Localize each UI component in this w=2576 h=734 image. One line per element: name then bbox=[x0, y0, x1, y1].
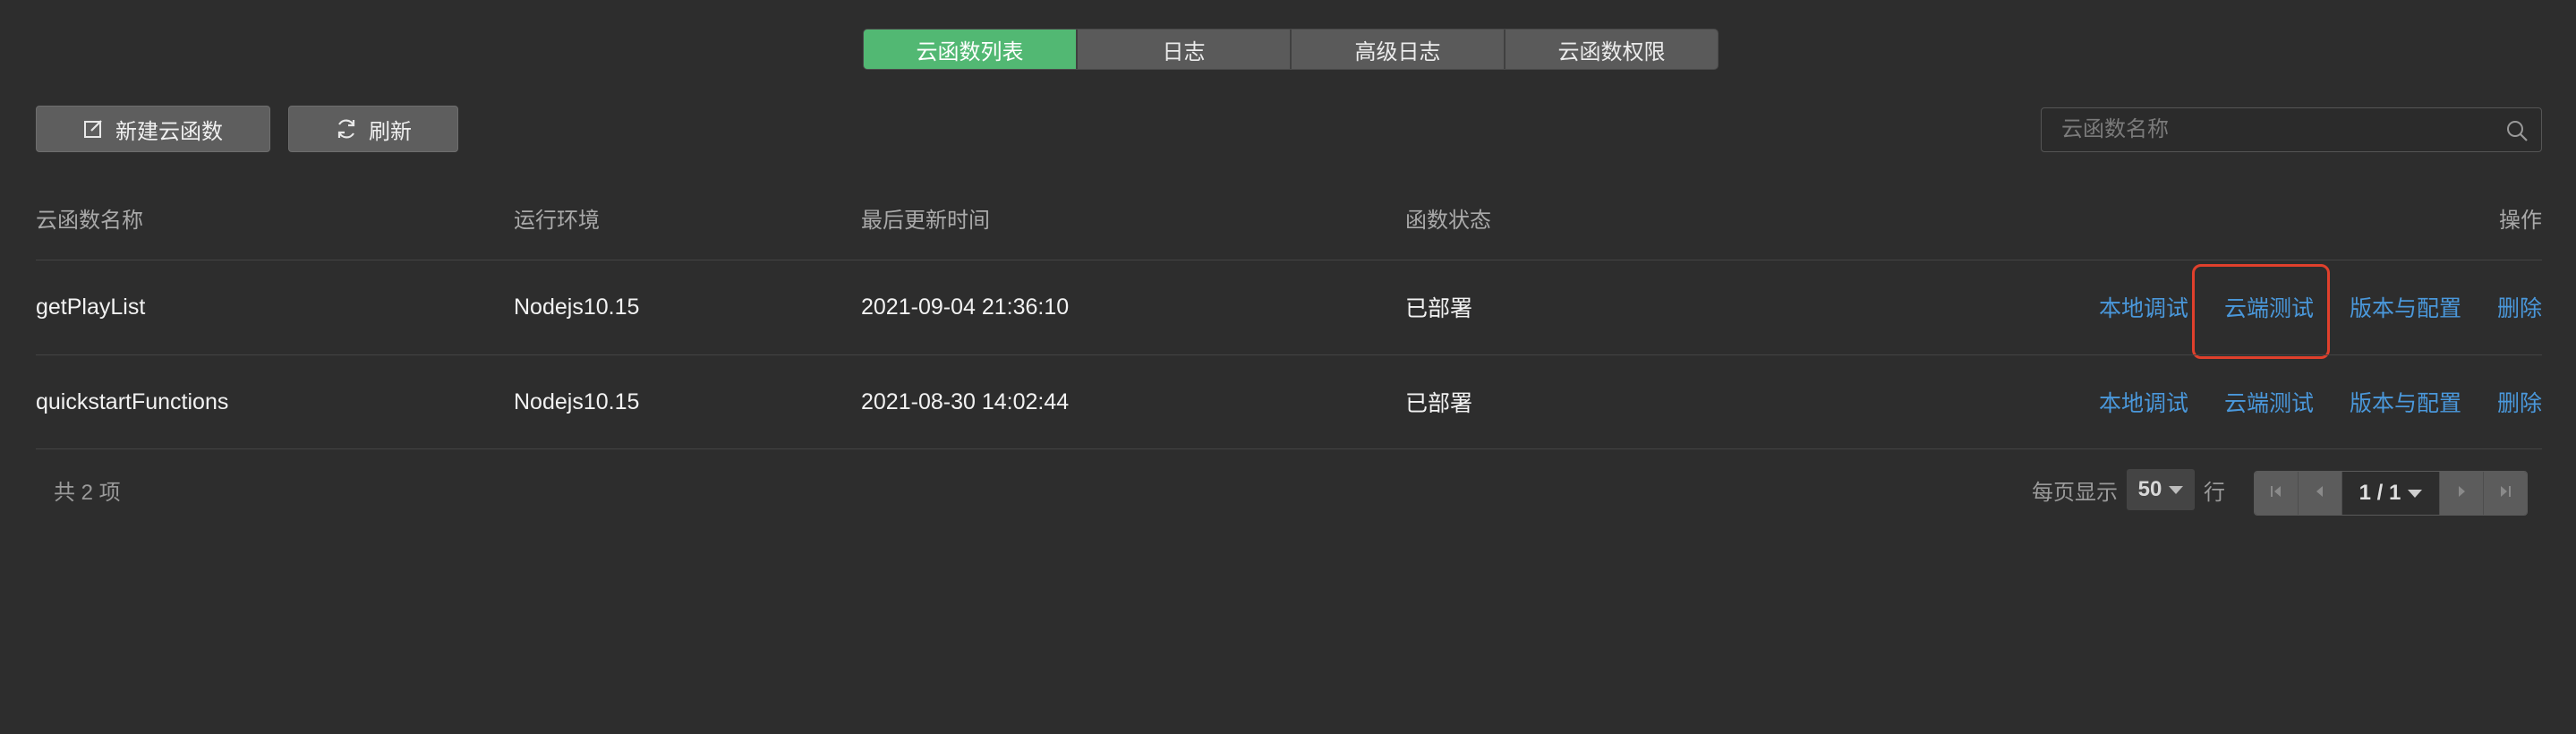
tab-function-list[interactable]: 云函数列表 bbox=[864, 30, 1078, 69]
refresh-icon bbox=[335, 117, 358, 141]
delete-link[interactable]: 删除 bbox=[2497, 386, 2542, 418]
search-icon[interactable] bbox=[2505, 119, 2529, 147]
new-function-button[interactable]: 新建云函数 bbox=[36, 106, 270, 152]
total-count: 共 2 项 bbox=[54, 481, 121, 505]
prev-page-button[interactable] bbox=[2299, 472, 2342, 515]
header-status: 函数状态 bbox=[1405, 209, 1491, 233]
runtime-env: Nodejs10.15 bbox=[514, 388, 640, 414]
function-name: getPlayList bbox=[36, 294, 146, 320]
per-page-suffix: 行 bbox=[2204, 480, 2225, 505]
page-select[interactable]: 1 / 1 bbox=[2342, 472, 2440, 515]
local-debug-link[interactable]: 本地调试 bbox=[2099, 386, 2188, 418]
next-page-icon bbox=[2453, 483, 2469, 504]
header-name: 云函数名称 bbox=[36, 209, 143, 233]
row-actions: 本地调试 云端测试 版本与配置 删除 bbox=[2099, 355, 2542, 448]
per-page-control: 每页显示 50 行 bbox=[2032, 469, 2225, 510]
version-config-link[interactable]: 版本与配置 bbox=[2350, 291, 2461, 323]
last-page-icon bbox=[2497, 483, 2513, 504]
table-row: quickstartFunctions Nodejs10.15 2021-08-… bbox=[36, 354, 2542, 449]
cloud-test-link[interactable]: 云端测试 bbox=[2191, 264, 2330, 359]
cloud-test-link[interactable]: 云端测试 bbox=[2224, 386, 2314, 418]
page-info: 1 / 1 bbox=[2358, 481, 2401, 505]
refresh-label: 刷新 bbox=[369, 119, 412, 144]
chevron-down-icon bbox=[2169, 485, 2184, 494]
version-config-link[interactable]: 版本与配置 bbox=[2350, 386, 2461, 418]
updated-time: 2021-08-30 14:02:44 bbox=[861, 388, 1070, 414]
header-actions: 操作 bbox=[2499, 209, 2542, 233]
prev-page-icon bbox=[2312, 483, 2328, 504]
tab-advanced-logs[interactable]: 高级日志 bbox=[1292, 30, 1506, 69]
function-status: 已部署 bbox=[1405, 391, 1473, 416]
cloud-test-label: 云端测试 bbox=[2223, 296, 2314, 321]
per-page-value: 50 bbox=[2137, 477, 2162, 501]
row-actions: 本地调试 云端测试 版本与配置 删除 bbox=[2099, 260, 2542, 359]
table-row: getPlayList Nodejs10.15 2021-09-04 21:36… bbox=[36, 260, 2542, 359]
pagination: 1 / 1 bbox=[2254, 471, 2528, 516]
per-page-prefix: 每页显示 bbox=[2032, 480, 2118, 505]
header-time: 最后更新时间 bbox=[861, 209, 990, 233]
new-function-label: 新建云函数 bbox=[115, 119, 223, 144]
edit-icon bbox=[83, 118, 105, 140]
local-debug-link[interactable]: 本地调试 bbox=[2099, 291, 2188, 323]
tab-bar: 云函数列表 日志 高级日志 云函数权限 bbox=[863, 29, 1719, 70]
chevron-down-icon bbox=[2408, 489, 2423, 498]
search-input[interactable] bbox=[2042, 108, 2509, 151]
function-name: quickstartFunctions bbox=[36, 388, 229, 414]
refresh-button[interactable]: 刷新 bbox=[288, 106, 458, 152]
search-box bbox=[2041, 107, 2542, 152]
cloud-function-page: 云函数列表 日志 高级日志 云函数权限 新建云函数 刷新 云函数名称 云函数名称… bbox=[0, 0, 2576, 734]
per-page-select[interactable]: 50 bbox=[2127, 469, 2195, 510]
function-status: 已部署 bbox=[1405, 296, 1473, 321]
header-env: 运行环境 bbox=[514, 209, 600, 233]
first-page-button[interactable] bbox=[2255, 472, 2299, 515]
updated-time: 2021-09-04 21:36:10 bbox=[861, 294, 1070, 320]
tab-permissions[interactable]: 云函数权限 bbox=[1506, 30, 1718, 69]
last-page-button[interactable] bbox=[2484, 472, 2527, 515]
tab-logs[interactable]: 日志 bbox=[1078, 30, 1292, 69]
delete-link[interactable]: 删除 bbox=[2497, 291, 2542, 323]
next-page-button[interactable] bbox=[2440, 472, 2484, 515]
runtime-env: Nodejs10.15 bbox=[514, 294, 640, 320]
first-page-icon bbox=[2268, 483, 2284, 504]
